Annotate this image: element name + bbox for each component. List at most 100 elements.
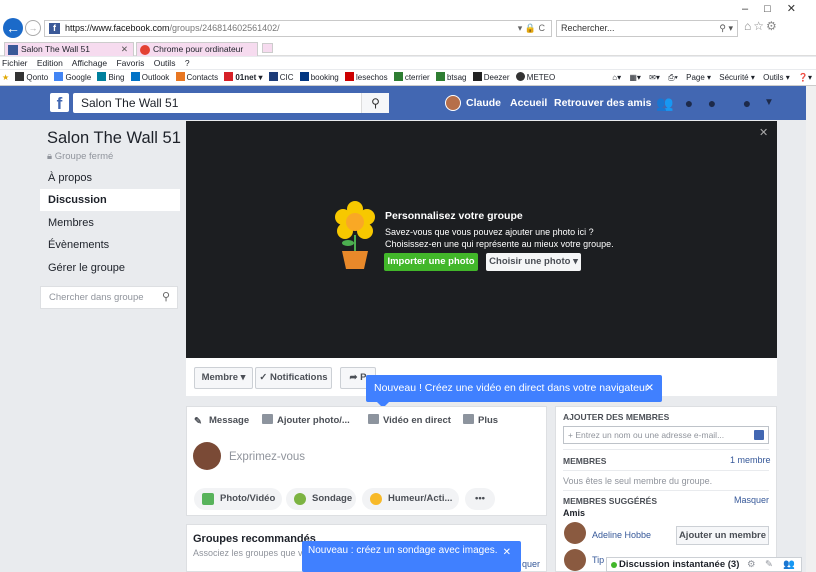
- add-member-input[interactable]: + Entrez un nom ou une adresse e-mail...: [563, 426, 769, 444]
- nav-profile[interactable]: Claude: [466, 95, 501, 111]
- tools-menu[interactable]: Outils ▾: [763, 73, 790, 82]
- composer-input[interactable]: Exprimez-vous: [229, 451, 305, 463]
- search-icon[interactable]: ⚲: [162, 287, 170, 308]
- tab-salon-the-wall[interactable]: Salon The Wall 51 ✕: [4, 42, 134, 56]
- help-icon[interactable]: ●: [738, 95, 756, 111]
- menu-favoris[interactable]: Favoris: [116, 58, 144, 68]
- tab-chrome[interactable]: Chrome pour ordinateur: [136, 42, 258, 56]
- favorites-bar: ★ Qonto Google Bing Outlook Contacts 01n…: [0, 70, 816, 86]
- menu-edition[interactable]: Edition: [37, 58, 63, 68]
- compose-icon[interactable]: ✎: [765, 558, 773, 572]
- fav-01net[interactable]: 01net ▾: [224, 70, 263, 85]
- fav-bing[interactable]: Bing: [97, 70, 124, 85]
- friend-requests-icon[interactable]: 👥: [656, 95, 674, 111]
- home-star-gear-icons[interactable]: ⌂☆⚙: [744, 19, 779, 33]
- group-nav-events[interactable]: Évènements: [40, 234, 180, 256]
- chevron-down-icon[interactable]: ▼: [760, 95, 778, 111]
- composer-tab-message[interactable]: ✎ Message: [194, 414, 249, 428]
- fav-label: 01net ▾: [235, 73, 263, 82]
- fav-deezer[interactable]: Deezer: [472, 70, 510, 85]
- photo-video-button[interactable]: Photo/Vidéo: [194, 488, 282, 510]
- forward-arrow-icon[interactable]: →: [25, 20, 41, 36]
- address-bar-icons[interactable]: ▾ 🔒 C: [518, 21, 545, 36]
- choose-photo-button[interactable]: Choisir une photo ▾: [486, 253, 581, 271]
- feeds-icon[interactable]: ▦▾: [629, 73, 641, 82]
- composer-tab-live-video[interactable]: Vidéo en direct: [368, 414, 451, 428]
- group-nav-about[interactable]: À propos: [40, 167, 180, 189]
- flower-pot-icon: [335, 201, 375, 269]
- avatar[interactable]: [564, 549, 586, 571]
- close-icon[interactable]: ✕: [759, 126, 768, 139]
- url-host: https://www.facebook.com: [65, 23, 170, 33]
- gear-icon[interactable]: ⚙: [747, 558, 756, 572]
- composer-tab-more[interactable]: Plus: [463, 414, 498, 428]
- back-arrow-icon[interactable]: ←: [3, 18, 23, 38]
- browser-search-input[interactable]: Rechercher... ⚲ ▾: [556, 20, 738, 37]
- menu-outils[interactable]: Outils: [154, 58, 176, 68]
- import-photo-button[interactable]: Importer une photo: [384, 253, 478, 271]
- feeling-activity-button[interactable]: Humeur/Acti...: [362, 488, 459, 510]
- new-tab-button[interactable]: [262, 43, 273, 53]
- address-bar[interactable]: f https://www.facebook.com/groups/246814…: [44, 20, 552, 37]
- security-menu[interactable]: Sécurité ▾: [719, 73, 755, 82]
- url-path: /groups/246814602561402/: [169, 23, 280, 33]
- notifications-button[interactable]: ✓ Notifications: [255, 367, 332, 389]
- globe-notifications-icon[interactable]: ●: [703, 95, 721, 111]
- favorites-star-icon[interactable]: ★: [2, 70, 9, 85]
- messenger-icon[interactable]: ●: [680, 95, 698, 111]
- poll-button[interactable]: Sondage: [286, 488, 356, 510]
- group-nav-manage[interactable]: Gérer le groupe: [40, 257, 180, 279]
- fav-label: booking: [310, 73, 339, 82]
- member-button[interactable]: Membre ▾: [194, 367, 253, 389]
- avatar[interactable]: [445, 95, 461, 111]
- address-book-icon[interactable]: [754, 430, 764, 440]
- search-icon[interactable]: ⚲ ▾: [719, 21, 733, 36]
- fav-booking[interactable]: booking: [299, 70, 339, 85]
- mail-icon[interactable]: ✉▾: [649, 73, 660, 82]
- group-title[interactable]: Salon The Wall 51: [47, 129, 181, 148]
- scrollbar[interactable]: [806, 86, 816, 572]
- print-icon[interactable]: ⎙▾: [668, 73, 678, 82]
- group-search-input[interactable]: Chercher dans groupe ⚲: [40, 286, 178, 309]
- facebook-search-input[interactable]: Salon The Wall 51: [73, 93, 389, 113]
- close-icon[interactable]: ✕: [503, 546, 511, 559]
- fav-meteo[interactable]: METEO: [515, 70, 555, 85]
- suggested-member-name[interactable]: Adeline Hobbe: [592, 530, 651, 540]
- suggested-member-name[interactable]: Tip: [592, 555, 604, 565]
- menu-affichage[interactable]: Affichage: [72, 58, 107, 68]
- add-member-button[interactable]: Ajouter un membre: [676, 526, 769, 545]
- fav-contacts[interactable]: Contacts: [175, 70, 218, 85]
- help-icon[interactable]: ❓▾: [798, 73, 812, 82]
- members-count-link[interactable]: 1 membre: [730, 455, 771, 465]
- facebook-favicon-icon: f: [49, 23, 60, 34]
- fav-outlook[interactable]: Outlook: [130, 70, 169, 85]
- composer-tab-photo[interactable]: Ajouter photo/...: [262, 414, 350, 428]
- search-icon[interactable]: ⚲: [361, 93, 389, 113]
- page-menu[interactable]: Page ▾: [686, 73, 711, 82]
- fav-cterrier[interactable]: cterrier: [393, 70, 430, 85]
- 01net-icon: [224, 72, 234, 81]
- people-icon[interactable]: 👥: [783, 558, 795, 572]
- home-icon[interactable]: ⌂▾: [612, 73, 621, 82]
- menu-fichier[interactable]: Fichier: [2, 58, 28, 68]
- fav-google[interactable]: Google: [54, 70, 91, 85]
- fav-cic[interactable]: CIC: [268, 70, 294, 85]
- menu-help[interactable]: ?: [185, 58, 190, 68]
- fav-qonto[interactable]: Qonto: [15, 70, 48, 85]
- facebook-logo-icon[interactable]: f: [50, 93, 69, 113]
- window-controls[interactable]: –□✕: [742, 2, 812, 15]
- fav-lesechos[interactable]: lesechos: [345, 70, 388, 85]
- hide-suggestions-link[interactable]: Masquer: [734, 495, 769, 505]
- avatar[interactable]: [564, 522, 586, 544]
- hide-link[interactable]: quer: [522, 559, 540, 569]
- nav-find-friends[interactable]: Retrouver des amis: [554, 95, 651, 111]
- more-options-button[interactable]: •••: [465, 488, 495, 510]
- close-tab-icon[interactable]: ✕: [121, 43, 128, 56]
- group-nav-members[interactable]: Membres: [40, 212, 180, 234]
- chat-bar[interactable]: Discussion instantanée (3) ⚙ ✎ 👥: [606, 557, 802, 572]
- fav-btsag[interactable]: btsag: [435, 70, 467, 85]
- group-nav-discussion[interactable]: Discussion: [40, 189, 180, 211]
- tab-label: Ajouter photo/...: [277, 415, 350, 426]
- nav-home[interactable]: Accueil: [510, 95, 547, 111]
- close-icon[interactable]: ✕: [645, 375, 654, 402]
